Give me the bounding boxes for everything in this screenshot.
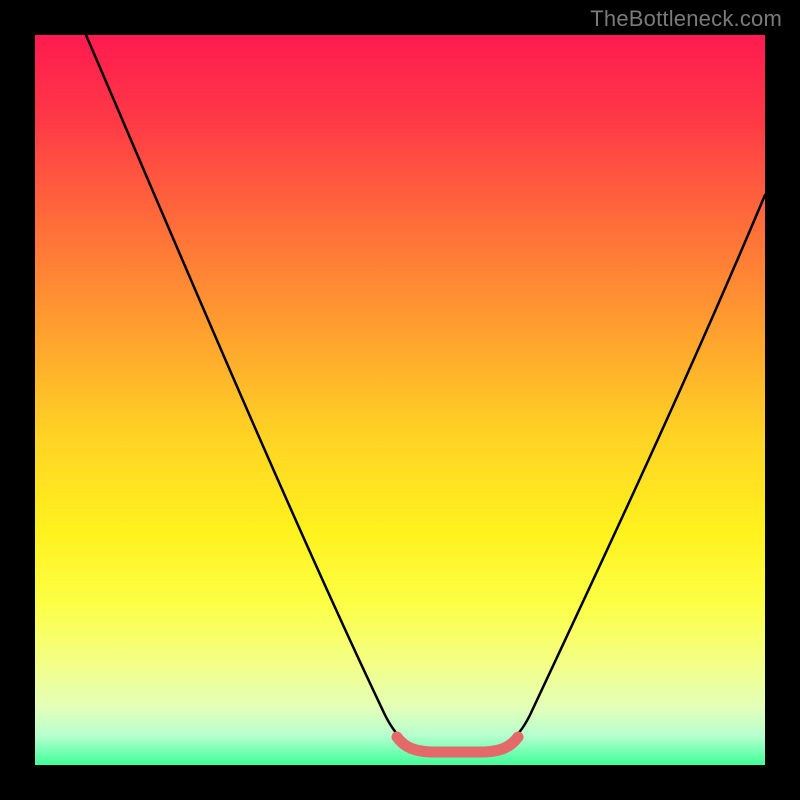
optimal-range-highlight — [397, 737, 518, 752]
chart-svg — [35, 35, 765, 765]
watermark-text: TheBottleneck.com — [590, 6, 782, 32]
bottleneck-curve — [86, 35, 765, 750]
chart-plot-area — [35, 35, 765, 765]
chart-frame: TheBottleneck.com — [0, 0, 800, 800]
